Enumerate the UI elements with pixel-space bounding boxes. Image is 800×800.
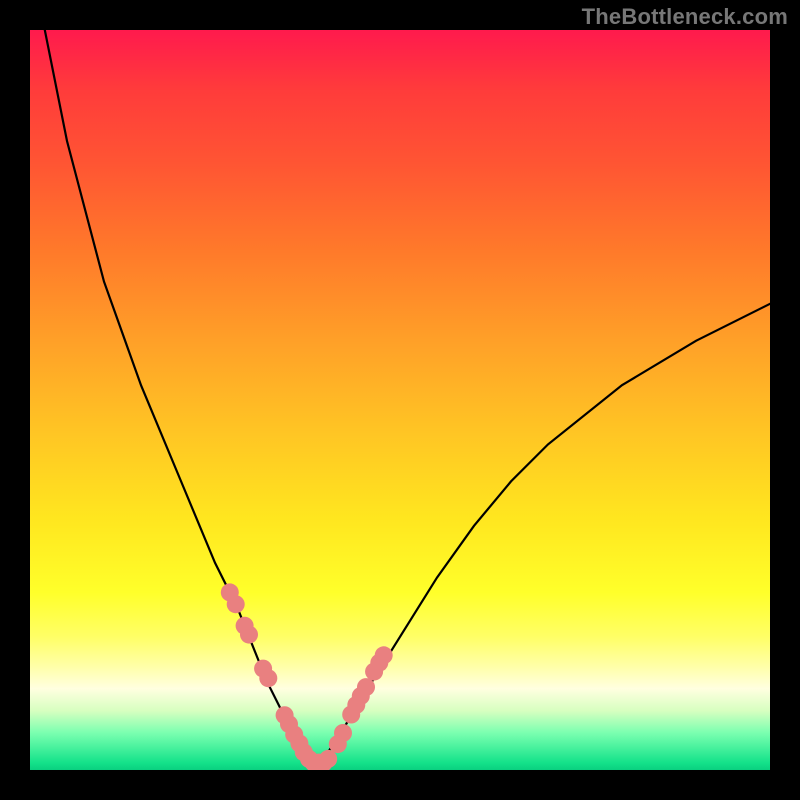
watermark-text: TheBottleneck.com [582,4,788,30]
highlight-marker [259,669,277,687]
highlight-marker [227,595,245,613]
highlight-marker [334,724,352,742]
highlight-marker [240,626,258,644]
bottleneck-curve [45,30,770,763]
highlight-markers-group [221,583,393,770]
chart-svg [30,30,770,770]
highlight-marker [375,646,393,664]
highlight-marker [357,678,375,696]
highlight-marker [319,750,337,768]
